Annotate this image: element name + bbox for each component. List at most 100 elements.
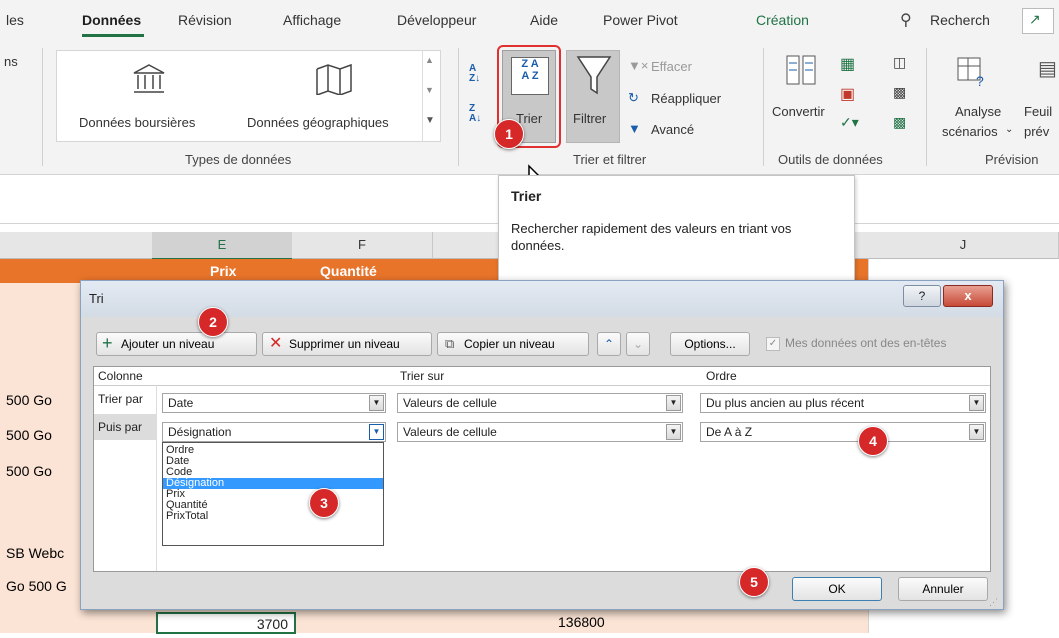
relationships-icon[interactable]: ▩ xyxy=(893,84,906,101)
separator xyxy=(458,48,459,166)
ribbon-fragment: ns xyxy=(4,54,18,69)
scroll-down-icon[interactable]: ▼ xyxy=(425,85,434,95)
sort-ascending-button[interactable]: A Z↓ xyxy=(469,64,491,96)
tab-donnees[interactable]: Données xyxy=(82,12,141,28)
sort-descending-button[interactable]: Z A↓ xyxy=(469,104,491,136)
sort-on-select-2[interactable]: Valeurs de cellule ▼ xyxy=(397,422,683,442)
filter-button[interactable]: Filtrer xyxy=(566,50,620,143)
step-badge-1: 1 xyxy=(494,119,524,149)
data-model-icon[interactable]: ▩ xyxy=(893,114,906,131)
group-label-data-types: Types de données xyxy=(185,152,292,167)
forecast-sheet-label-2[interactable]: prév xyxy=(1024,124,1049,139)
sort-icon: Z AA Z xyxy=(511,57,549,95)
delete-level-button[interactable]: Supprimer un niveau xyxy=(262,332,432,356)
cell-text[interactable]: 500 Go xyxy=(6,463,52,479)
remove-duplicates-icon[interactable]: ▣ xyxy=(840,84,855,104)
what-if-label-2[interactable]: scénarios xyxy=(942,124,998,139)
close-button[interactable]: x xyxy=(943,285,993,307)
column-dropdown-list[interactable]: Ordre Date Code Désignation Prix Quantit… xyxy=(162,442,384,546)
move-up-button[interactable]: ⌃ xyxy=(597,332,621,356)
level-label-cell: Trier par xyxy=(94,386,156,412)
group-label-forecast: Prévision xyxy=(985,152,1039,167)
step-badge-3: 3 xyxy=(309,488,339,518)
dropdown-arrow-icon[interactable]: ▼ xyxy=(969,424,984,440)
tab-creation[interactable]: Création xyxy=(756,12,809,28)
chevron-down-icon: ⌄ xyxy=(632,337,644,351)
sort-az-icon: A Z↓ xyxy=(469,63,481,84)
consolidate-icon[interactable]: ◫ xyxy=(893,54,906,71)
dropdown-arrow-icon[interactable]: ▼ xyxy=(666,424,681,440)
help-button[interactable]: ? xyxy=(903,285,941,307)
gallery-scroll[interactable]: ▲ ▼ ▼ xyxy=(422,51,440,141)
headers-checkbox-label[interactable]: Mes données ont des en-têtes xyxy=(785,336,946,350)
advanced-button[interactable]: Avancé xyxy=(651,122,694,137)
list-item[interactable]: Date xyxy=(163,456,383,467)
text-to-columns-icon xyxy=(786,55,816,85)
convert-button[interactable]: Convertir xyxy=(772,104,825,119)
sort-on-select-1[interactable]: Valeurs de cellule ▼ xyxy=(397,393,683,413)
tab-revision[interactable]: Révision xyxy=(178,12,232,28)
sort-tooltip: Trier Rechercher rapidement des valeurs … xyxy=(498,175,855,282)
data-validation-icon[interactable]: ✓▾ xyxy=(840,114,859,131)
ok-button[interactable]: OK xyxy=(792,577,882,601)
cell-value: 3700 xyxy=(256,616,288,632)
column-header-j[interactable]: J xyxy=(868,232,1059,259)
column-select-value: Date xyxy=(168,396,194,410)
cell-text[interactable]: 500 Go xyxy=(6,427,52,443)
column-header-f[interactable]: F xyxy=(292,232,433,259)
tab-affichage[interactable]: Affichage xyxy=(283,12,341,28)
geo-label[interactable]: Données géographiques xyxy=(247,115,389,130)
resize-grip-icon[interactable]: ⋰ xyxy=(989,597,998,608)
cell-text[interactable]: SB Webc xyxy=(6,545,64,561)
sort-levels-grid: Colonne Trier sur Ordre Trier par Date ▼… xyxy=(93,366,991,572)
sort-za-icon: Z A↓ xyxy=(469,103,482,124)
step-badge-4: 4 xyxy=(858,426,888,456)
options-button[interactable]: Options... xyxy=(670,332,750,356)
list-item-selected[interactable]: Désignation xyxy=(163,478,383,489)
move-down-button[interactable]: ⌄ xyxy=(626,332,650,356)
dropdown-arrow-icon[interactable]: ▼ xyxy=(969,395,984,411)
share-button[interactable]: ↗ xyxy=(1022,8,1054,34)
reapply-button[interactable]: Réappliquer xyxy=(651,91,721,106)
cell-value[interactable]: 136800 xyxy=(558,614,605,630)
forecast-sheet-label[interactable]: Feuil xyxy=(1024,104,1052,119)
order-select-2[interactable]: De A à Z ▼ xyxy=(700,422,986,442)
column-select-1[interactable]: Date ▼ xyxy=(162,393,386,413)
dropdown-arrow-icon[interactable]: ▼ xyxy=(666,395,681,411)
order-header: Ordre xyxy=(706,369,737,383)
list-item[interactable]: Ordre xyxy=(163,445,383,456)
tab-power-pivot[interactable]: Power Pivot xyxy=(603,12,678,28)
selected-cell[interactable]: 3700 xyxy=(156,612,296,634)
step-badge-5: 5 xyxy=(739,567,769,597)
copy-level-button[interactable]: Copier un niveau xyxy=(437,332,589,356)
share-icon: ↗ xyxy=(1029,11,1041,27)
tab-aide[interactable]: Aide xyxy=(530,12,558,28)
flash-fill-icon[interactable]: ▦ xyxy=(840,54,855,74)
cell-text[interactable]: Go 500 G xyxy=(6,578,67,594)
order-select-1[interactable]: Du plus ancien au plus récent ▼ xyxy=(700,393,986,413)
list-item[interactable]: PrixTotal xyxy=(163,511,383,522)
dropdown-arrow-icon[interactable]: ▼ xyxy=(369,395,384,411)
clear-filter-button[interactable]: Effacer xyxy=(651,59,692,74)
clear-filter-icon: ▼× xyxy=(628,58,649,73)
stocks-label[interactable]: Données boursières xyxy=(79,115,195,130)
data-types-gallery[interactable]: Données boursières Données géographiques… xyxy=(56,50,441,142)
add-level-button[interactable]: Ajouter un niveau xyxy=(96,332,257,356)
step-badge-2: 2 xyxy=(198,307,228,337)
cell-text[interactable]: 500 Go xyxy=(6,392,52,408)
grid-header: Colonne Trier sur Ordre xyxy=(94,367,990,386)
dropdown-arrow-icon[interactable]: ▼ xyxy=(369,424,384,440)
chevron-down-icon[interactable]: ⌄ xyxy=(1005,124,1013,135)
tab-developpeur[interactable]: Développeur xyxy=(397,12,476,28)
search-icon[interactable]: ⚲ xyxy=(900,10,912,30)
expand-gallery-icon[interactable]: ▼ xyxy=(425,115,435,126)
headers-checkbox[interactable]: ✓ xyxy=(766,337,780,351)
search-box[interactable]: Recherch xyxy=(930,12,990,28)
tab-fichiers[interactable]: les xyxy=(6,12,24,28)
column-select-2[interactable]: Désignation ▼ xyxy=(162,422,386,442)
scroll-up-icon[interactable]: ▲ xyxy=(425,55,434,65)
cancel-button[interactable]: Annuler xyxy=(898,577,988,601)
what-if-label[interactable]: Analyse xyxy=(955,104,1001,119)
funnel-icon xyxy=(576,56,612,95)
column-header-e[interactable]: E xyxy=(152,232,293,260)
